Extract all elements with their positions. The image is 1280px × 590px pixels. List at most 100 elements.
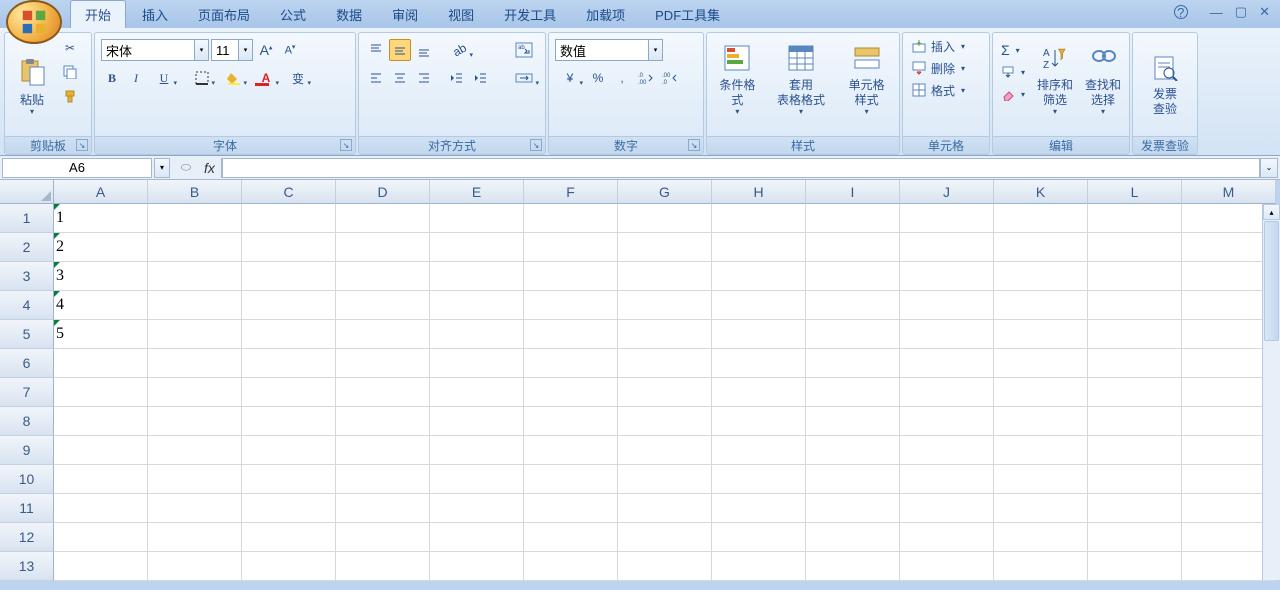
cell-E5[interactable] [430, 320, 524, 349]
find-select-button[interactable]: 查找和 选择 ▾ [1081, 37, 1125, 119]
cut-button[interactable]: ✂ [59, 37, 81, 59]
row-header-13[interactable]: 13 [0, 552, 54, 581]
cell-B7[interactable] [148, 378, 242, 407]
cell-K5[interactable] [994, 320, 1088, 349]
cell-F9[interactable] [524, 436, 618, 465]
restore-button[interactable]: ▢ [1235, 4, 1247, 20]
cell-J12[interactable] [900, 523, 994, 552]
cell-I2[interactable] [806, 233, 900, 262]
cell-L1[interactable] [1088, 204, 1182, 233]
cell-H12[interactable] [712, 523, 806, 552]
cell-G3[interactable] [618, 262, 712, 291]
percent-button[interactable]: % [587, 67, 609, 89]
cell-A5[interactable]: 5 [54, 320, 148, 349]
cell-E8[interactable] [430, 407, 524, 436]
cell-I8[interactable] [806, 407, 900, 436]
paste-button[interactable]: 粘贴 ▾ [9, 37, 55, 119]
tab-review[interactable]: 审阅 [378, 1, 432, 28]
align-bottom-button[interactable] [413, 39, 435, 61]
underline-button[interactable]: U▾ [149, 67, 179, 89]
increase-indent-button[interactable] [469, 67, 491, 89]
column-header-E[interactable]: E [430, 180, 524, 204]
cell-A2[interactable]: 2 [54, 233, 148, 262]
cell-A13[interactable] [54, 552, 148, 581]
cell-B12[interactable] [148, 523, 242, 552]
font-name-combo[interactable]: 宋体▾ [101, 39, 209, 61]
cell-J6[interactable] [900, 349, 994, 378]
cell-E12[interactable] [430, 523, 524, 552]
row-header-6[interactable]: 6 [0, 349, 54, 378]
cell-H1[interactable] [712, 204, 806, 233]
cell-E10[interactable] [430, 465, 524, 494]
cell-H2[interactable] [712, 233, 806, 262]
cell-D12[interactable] [336, 523, 430, 552]
cell-C1[interactable] [242, 204, 336, 233]
cell-J11[interactable] [900, 494, 994, 523]
cell-F6[interactable] [524, 349, 618, 378]
cell-H6[interactable] [712, 349, 806, 378]
cell-B5[interactable] [148, 320, 242, 349]
row-header-7[interactable]: 7 [0, 378, 54, 407]
cell-K13[interactable] [994, 552, 1088, 581]
cell-G8[interactable] [618, 407, 712, 436]
row-header-8[interactable]: 8 [0, 407, 54, 436]
cell-K12[interactable] [994, 523, 1088, 552]
cell-E6[interactable] [430, 349, 524, 378]
cell-F12[interactable] [524, 523, 618, 552]
cell-D2[interactable] [336, 233, 430, 262]
cell-G11[interactable] [618, 494, 712, 523]
cell-B4[interactable] [148, 291, 242, 320]
cell-L12[interactable] [1088, 523, 1182, 552]
cell-F3[interactable] [524, 262, 618, 291]
cell-K8[interactable] [994, 407, 1088, 436]
cell-K3[interactable] [994, 262, 1088, 291]
cell-D5[interactable] [336, 320, 430, 349]
cell-I13[interactable] [806, 552, 900, 581]
cell-I12[interactable] [806, 523, 900, 552]
font-size-combo[interactable]: 11▾ [211, 39, 253, 61]
row-header-9[interactable]: 9 [0, 436, 54, 465]
scroll-up-button[interactable]: ▴ [1263, 204, 1280, 220]
row-header-10[interactable]: 10 [0, 465, 54, 494]
formula-expand-button[interactable]: ⌄ [1260, 158, 1278, 178]
cell-H8[interactable] [712, 407, 806, 436]
cell-A9[interactable] [54, 436, 148, 465]
column-header-L[interactable]: L [1088, 180, 1182, 204]
column-header-B[interactable]: B [148, 180, 242, 204]
cell-G7[interactable] [618, 378, 712, 407]
select-all-corner[interactable] [0, 180, 54, 204]
cell-H13[interactable] [712, 552, 806, 581]
cell-J2[interactable] [900, 233, 994, 262]
row-header-11[interactable]: 11 [0, 494, 54, 523]
tab-layout[interactable]: 页面布局 [184, 1, 264, 28]
cell-C10[interactable] [242, 465, 336, 494]
column-header-J[interactable]: J [900, 180, 994, 204]
cell-K7[interactable] [994, 378, 1088, 407]
cell-J9[interactable] [900, 436, 994, 465]
cell-L4[interactable] [1088, 291, 1182, 320]
column-header-M[interactable]: M [1182, 180, 1276, 204]
help-icon[interactable]: ? [1174, 5, 1188, 19]
font-color-button[interactable]: A▾ [251, 67, 281, 89]
cell-D9[interactable] [336, 436, 430, 465]
cell-A1[interactable]: 1 [54, 204, 148, 233]
cell-C11[interactable] [242, 494, 336, 523]
cell-I4[interactable] [806, 291, 900, 320]
cell-E3[interactable] [430, 262, 524, 291]
cell-B1[interactable] [148, 204, 242, 233]
cell-L5[interactable] [1088, 320, 1182, 349]
cell-B11[interactable] [148, 494, 242, 523]
cell-K2[interactable] [994, 233, 1088, 262]
cell-I11[interactable] [806, 494, 900, 523]
cell-G12[interactable] [618, 523, 712, 552]
tab-formula[interactable]: 公式 [266, 1, 320, 28]
increase-decimal-button[interactable]: .0.00 [635, 67, 657, 89]
cell-E11[interactable] [430, 494, 524, 523]
cell-H10[interactable] [712, 465, 806, 494]
cell-H3[interactable] [712, 262, 806, 291]
cell-L3[interactable] [1088, 262, 1182, 291]
minimize-button[interactable]: — [1210, 5, 1223, 20]
cell-F13[interactable] [524, 552, 618, 581]
accounting-format-button[interactable]: ¥▾ [555, 67, 585, 89]
cell-C12[interactable] [242, 523, 336, 552]
